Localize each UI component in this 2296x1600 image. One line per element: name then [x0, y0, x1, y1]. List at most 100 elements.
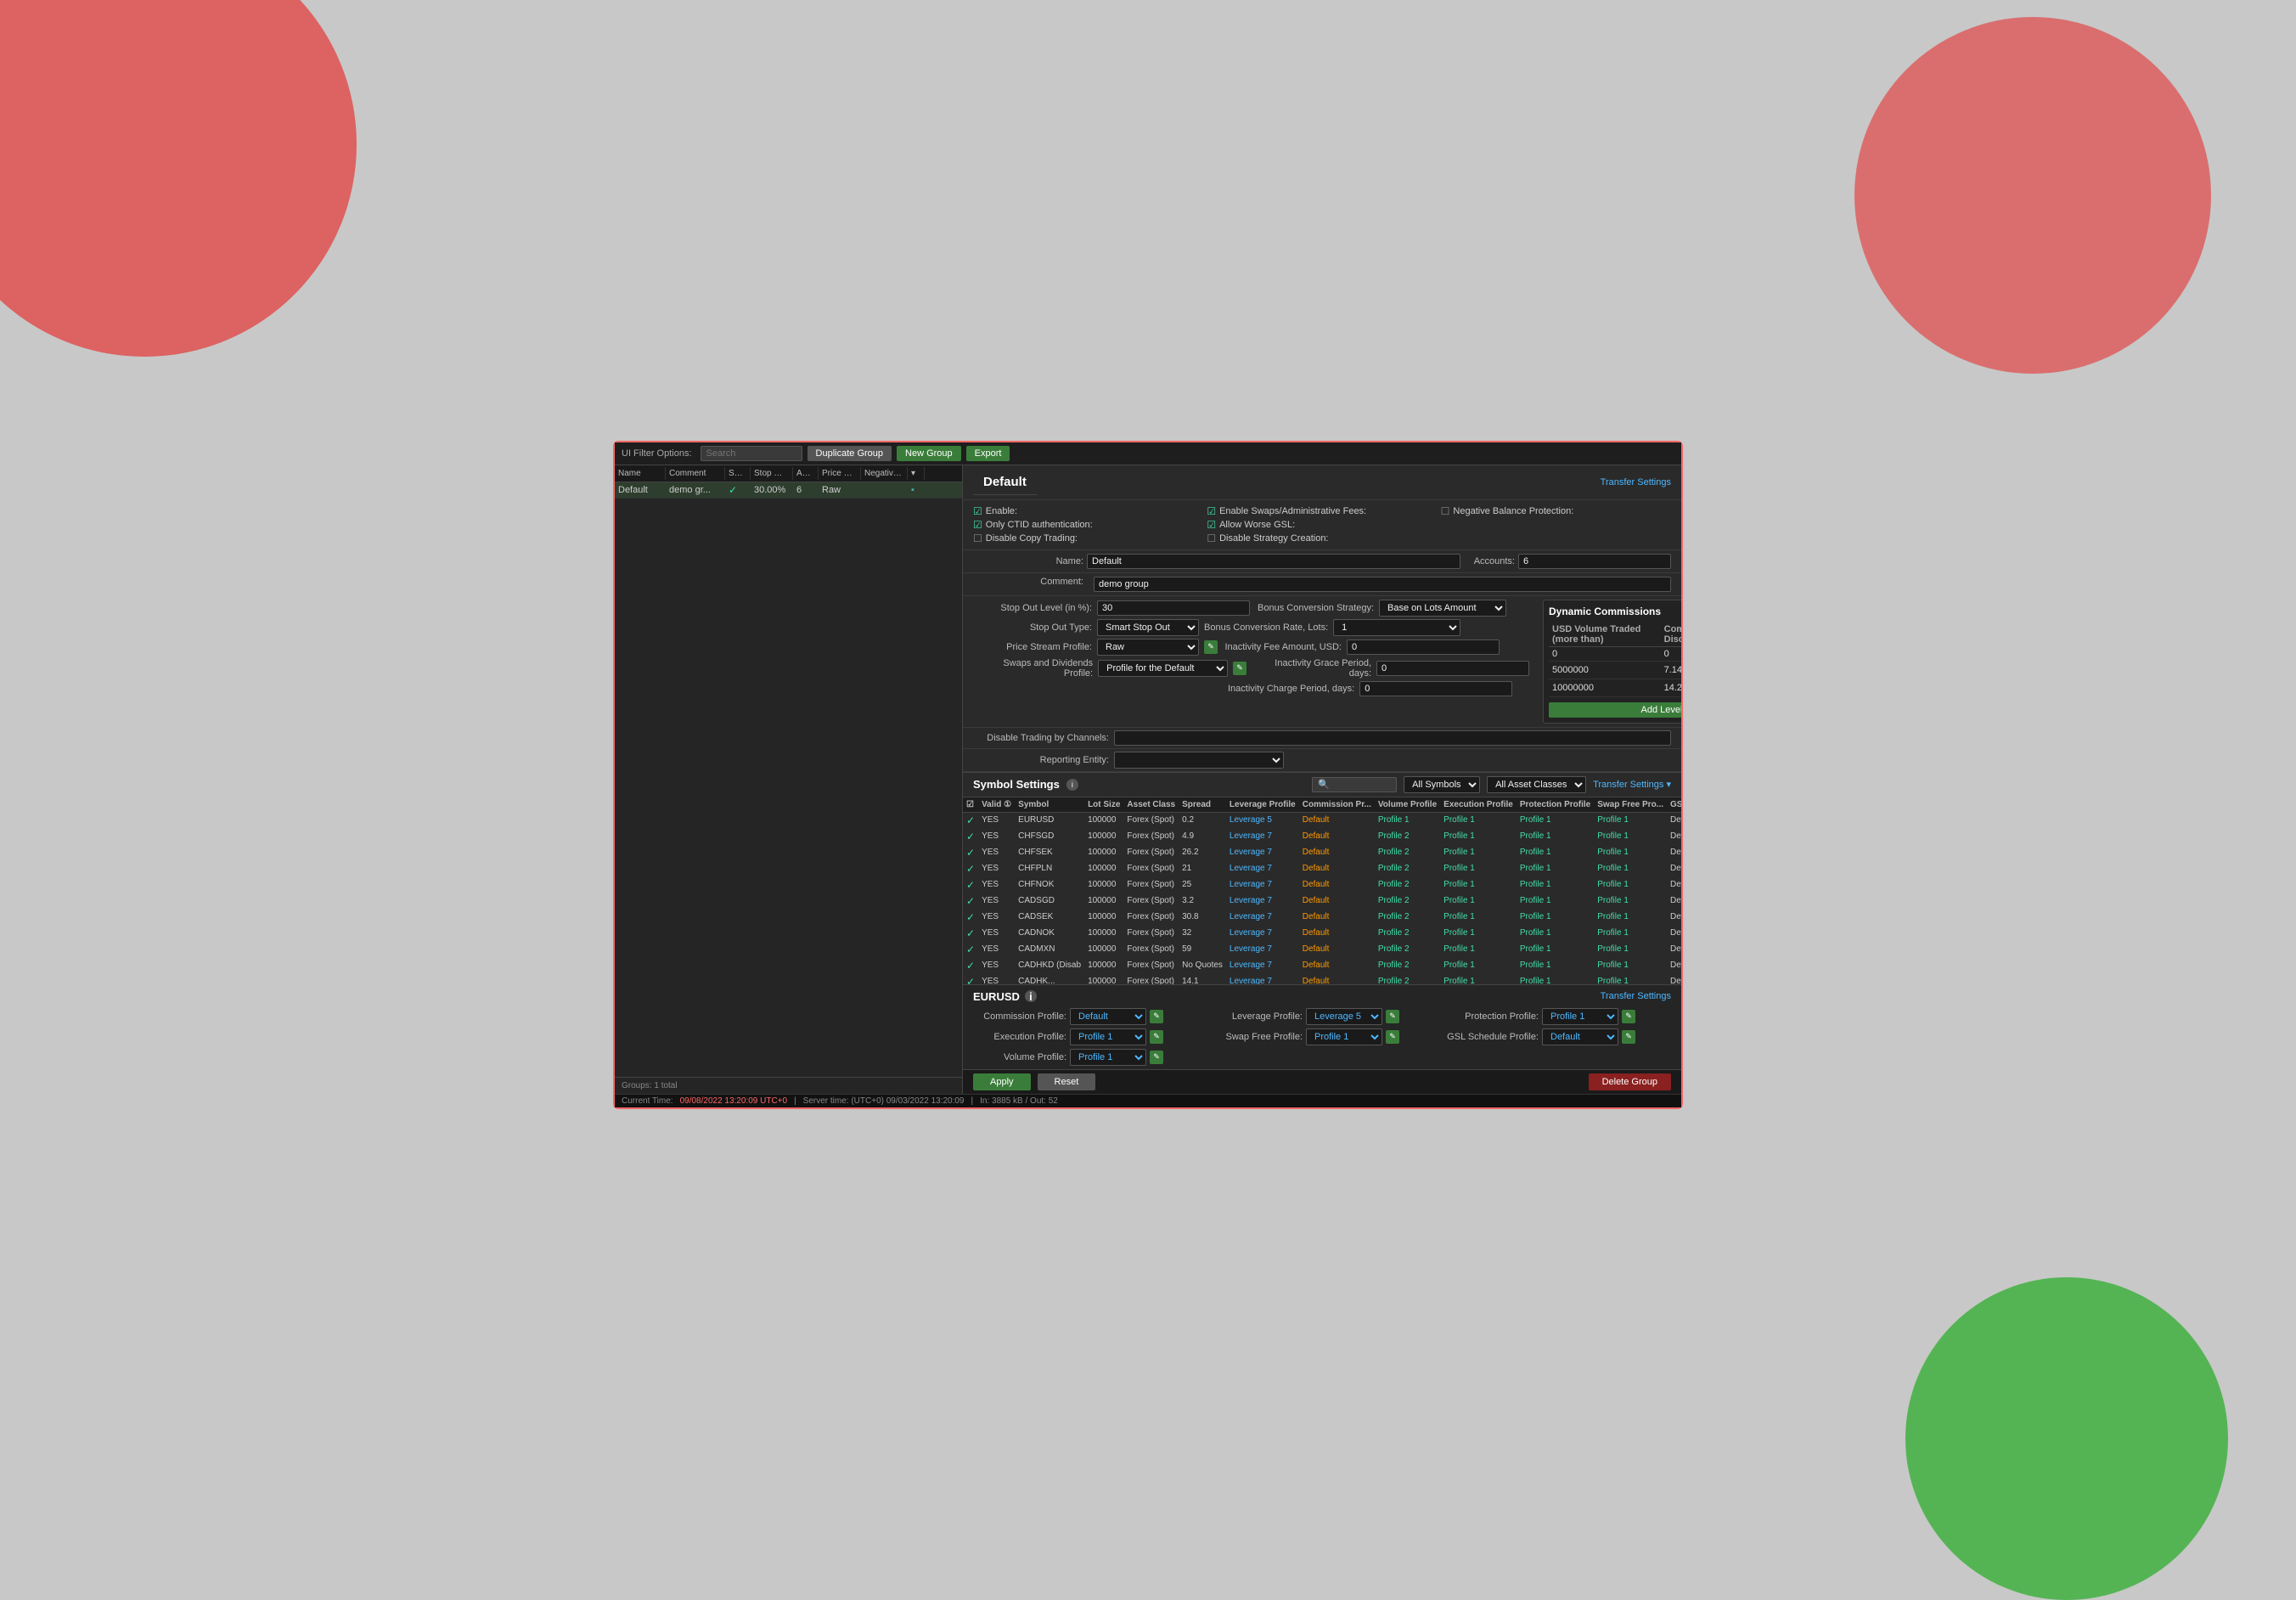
allow-worse-checkbox[interactable]: ☑ — [1207, 519, 1216, 531]
duplicate-group-button[interactable]: Duplicate Group — [808, 446, 892, 461]
sym-cell-6-9[interactable]: Profile 1 — [1440, 909, 1517, 925]
th-swapfree[interactable]: Swap Free Pro... — [1594, 797, 1667, 813]
protection-select[interactable]: Profile 1 — [1542, 1008, 1618, 1025]
symbol-row-0[interactable]: ✓YESEURUSD100000Forex (Spot)0.2Leverage … — [963, 812, 1681, 828]
sym-cell-8-11[interactable]: Profile 1 — [1594, 941, 1667, 957]
neg-checkbox[interactable]: ☐ — [1441, 505, 1450, 517]
col-stop[interactable]: Stop Out... — [751, 467, 793, 480]
sym-cell-5-11[interactable]: Profile 1 — [1594, 893, 1667, 909]
strategy-checkbox[interactable]: ☐ — [1207, 532, 1216, 544]
sym-cell-8-8[interactable]: Profile 2 — [1375, 941, 1440, 957]
symbol-row-4[interactable]: ✓YESCHFNOK100000Forex (Spot)25Leverage 7… — [963, 876, 1681, 893]
sym-cell-7-9[interactable]: Profile 1 — [1440, 925, 1517, 941]
inact-fee-input[interactable] — [1347, 639, 1500, 655]
sym-cell-10-9[interactable]: Profile 1 — [1440, 973, 1517, 984]
leverage-edit[interactable]: ✎ — [1386, 1010, 1399, 1023]
symbol-transfer-link[interactable]: Transfer Settings ▾ — [1593, 779, 1671, 790]
col-comment[interactable]: Comment — [666, 467, 725, 480]
swaps-profile-edit[interactable]: ✎ — [1233, 662, 1246, 675]
add-level-button[interactable]: Add Level — [1549, 702, 1681, 718]
enable-checkbox[interactable]: ☑ — [973, 505, 982, 517]
th-protection[interactable]: Protection Profile — [1517, 797, 1594, 813]
sym-cell-4-10[interactable]: Profile 1 — [1517, 876, 1594, 893]
sym-cell-7-6[interactable]: Leverage 7 — [1226, 925, 1299, 941]
sym-cell-9-10[interactable]: Profile 1 — [1517, 957, 1594, 973]
th-spread[interactable]: Spread — [1179, 797, 1226, 813]
sym-cell-10-11[interactable]: Profile 1 — [1594, 973, 1667, 984]
sym-cell-0-10[interactable]: Profile 1 — [1517, 812, 1594, 828]
export-button[interactable]: Export — [966, 446, 1010, 461]
search-input[interactable] — [701, 446, 802, 461]
sym-cell-2-6[interactable]: Leverage 7 — [1226, 844, 1299, 860]
sym-cell-10-10[interactable]: Profile 1 — [1517, 973, 1594, 984]
sym-cell-7-11[interactable]: Profile 1 — [1594, 925, 1667, 941]
symbol-row-5[interactable]: ✓YESCADSGD100000Forex (Spot)3.2Leverage … — [963, 893, 1681, 909]
reset-button[interactable]: Reset — [1038, 1073, 1096, 1090]
th-volume[interactable]: Volume Profile — [1375, 797, 1440, 813]
stop-out-input[interactable] — [1097, 600, 1250, 616]
symbol-settings-info[interactable]: i — [1066, 779, 1078, 791]
swapfree-edit[interactable]: ✎ — [1386, 1030, 1399, 1044]
sym-cell-6-11[interactable]: Profile 1 — [1594, 909, 1667, 925]
volume-edit[interactable]: ✎ — [1150, 1051, 1163, 1064]
sym-cell-7-8[interactable]: Profile 2 — [1375, 925, 1440, 941]
th-symbol[interactable]: Symbol — [1015, 797, 1084, 813]
commission-select[interactable]: Default — [1070, 1008, 1146, 1025]
sym-cell-9-9[interactable]: Profile 1 — [1440, 957, 1517, 973]
ctid-checkbox[interactable]: ☑ — [973, 519, 982, 531]
sym-cell-8-10[interactable]: Profile 1 — [1517, 941, 1594, 957]
sym-cell-2-9[interactable]: Profile 1 — [1440, 844, 1517, 860]
sym-cell-10-6[interactable]: Leverage 7 — [1226, 973, 1299, 984]
th-lotsize[interactable]: Lot Size — [1084, 797, 1123, 813]
th-commission[interactable]: Commission Pr... — [1299, 797, 1375, 813]
sym-cell-0-7[interactable]: Default — [1299, 812, 1375, 828]
sym-cell-0-6[interactable]: Leverage 5 — [1226, 812, 1299, 828]
inact-grace-input[interactable] — [1376, 661, 1529, 676]
volume-select[interactable]: Profile 1 — [1070, 1049, 1146, 1066]
delete-group-button[interactable]: Delete Group — [1589, 1073, 1671, 1090]
swaps-profile-select[interactable]: Profile for the Default — [1098, 660, 1228, 677]
sym-cell-0-11[interactable]: Profile 1 — [1594, 812, 1667, 828]
price-stream-edit[interactable]: ✎ — [1204, 640, 1218, 654]
th-valid[interactable]: Valid ① — [978, 797, 1015, 813]
sym-cell-3-12[interactable]: Default — [1667, 860, 1681, 876]
sym-cell-10-12[interactable]: Default — [1667, 973, 1681, 984]
sym-cell-5-10[interactable]: Profile 1 — [1517, 893, 1594, 909]
sym-cell-2-7[interactable]: Default — [1299, 844, 1375, 860]
sym-cell-1-8[interactable]: Profile 2 — [1375, 828, 1440, 844]
new-group-button[interactable]: New Group — [897, 446, 961, 461]
protection-edit[interactable]: ✎ — [1622, 1010, 1635, 1023]
price-stream-select[interactable]: Raw — [1097, 639, 1199, 656]
sym-cell-1-10[interactable]: Profile 1 — [1517, 828, 1594, 844]
col-swap[interactable]: Swap En... — [725, 467, 751, 480]
asset-filter[interactable]: All Asset Classes — [1487, 776, 1586, 793]
sym-cell-5-9[interactable]: Profile 1 — [1440, 893, 1517, 909]
sym-cell-4-6[interactable]: Leverage 7 — [1226, 876, 1299, 893]
gsl-select[interactable]: Default — [1542, 1028, 1618, 1045]
sym-cell-10-7[interactable]: Default — [1299, 973, 1375, 984]
bonus-select[interactable]: Base on Lots Amount — [1379, 600, 1506, 617]
sym-cell-1-12[interactable]: Default — [1667, 828, 1681, 844]
bonus-rate-select[interactable]: 1 — [1333, 619, 1460, 636]
sym-cell-2-10[interactable]: Profile 1 — [1517, 844, 1594, 860]
eurusd-info[interactable]: i — [1025, 990, 1037, 1002]
sym-cell-6-6[interactable]: Leverage 7 — [1226, 909, 1299, 925]
sym-cell-1-11[interactable]: Profile 1 — [1594, 828, 1667, 844]
sym-cell-8-12[interactable]: Default — [1667, 941, 1681, 957]
sym-cell-9-11[interactable]: Profile 1 — [1594, 957, 1667, 973]
symbol-row-8[interactable]: ✓YESCADMXN100000Forex (Spot)59Leverage 7… — [963, 941, 1681, 957]
sym-cell-4-9[interactable]: Profile 1 — [1440, 876, 1517, 893]
sidebar-row-default[interactable]: Default demo gr... ✓ 30.00% 6 Raw ▪ — [615, 482, 962, 499]
symbol-row-3[interactable]: ✓YESCHFPLN100000Forex (Spot)21Leverage 7… — [963, 860, 1681, 876]
symbol-row-7[interactable]: ✓YESCADNOK100000Forex (Spot)32Leverage 7… — [963, 925, 1681, 941]
col-negative[interactable]: Negative... — [861, 467, 908, 480]
sym-cell-1-7[interactable]: Default — [1299, 828, 1375, 844]
sym-cell-6-10[interactable]: Profile 1 — [1517, 909, 1594, 925]
th-gsl[interactable]: GSL Schedule... — [1667, 797, 1681, 813]
reporting-entity-select[interactable] — [1114, 752, 1284, 769]
sym-cell-6-7[interactable]: Default — [1299, 909, 1375, 925]
sym-cell-4-7[interactable]: Default — [1299, 876, 1375, 893]
sym-cell-9-7[interactable]: Default — [1299, 957, 1375, 973]
sym-cell-3-6[interactable]: Leverage 7 — [1226, 860, 1299, 876]
sym-cell-9-8[interactable]: Profile 2 — [1375, 957, 1440, 973]
